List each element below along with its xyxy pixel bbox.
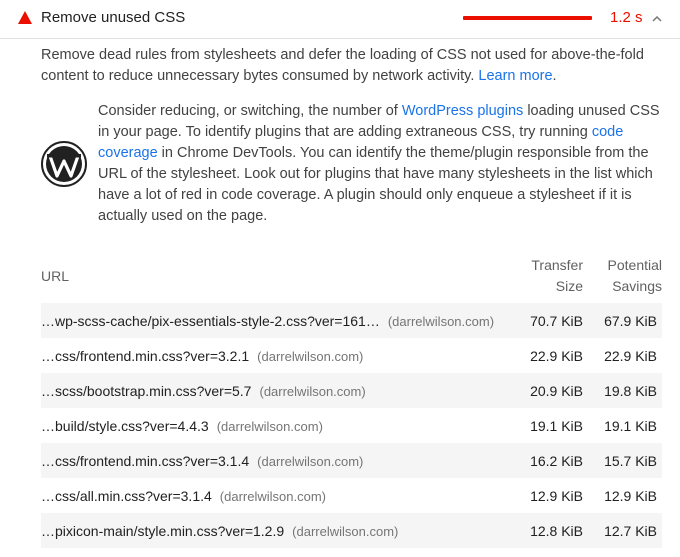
description-trailing: . <box>552 68 557 84</box>
stack-pack-text: Consider reducing, or switching, the num… <box>98 101 661 227</box>
resource-origin: (darrelwilson.com) <box>257 348 364 364</box>
url-cell[interactable]: …css/frontend.min.css?ver=3.1.4 (darrelwi… <box>41 443 510 478</box>
potential-savings-cell: 67.9 KiB <box>583 303 662 338</box>
url-cell[interactable]: …scss/bootstrap.min.css?ver=5.7 (darrelwi… <box>41 373 510 408</box>
resource-url: …css/frontend.min.css?ver=3.1.4 <box>41 452 250 469</box>
transfer-size-cell: 12.8 KiB <box>510 513 583 548</box>
stack-pack-part3: in Chrome DevTools. You can identify the… <box>98 145 653 224</box>
table-row: …wp-scss-cache/pix-essentials-style-2.cs… <box>41 303 662 338</box>
learn-more-link[interactable]: Learn more <box>478 68 552 84</box>
potential-savings-cell: 19.8 KiB <box>583 373 662 408</box>
audit-savings-value: 1.2 s <box>610 9 643 26</box>
transfer-size-cell: 19.1 KiB <box>530 417 583 434</box>
table-row: …css/frontend.min.css?ver=3.2.1 (darrelwi… <box>41 338 662 373</box>
table-row: …scss/bootstrap.min.css?ver=5.7 (darrelwi… <box>41 373 662 408</box>
wordpress-logo-icon <box>41 141 87 187</box>
resource-origin: (darrelwilson.com) <box>292 523 399 539</box>
potential-savings-column-header: Potential Savings <box>607 257 662 294</box>
warning-triangle-icon <box>18 11 32 24</box>
potential-savings-cell: 19.1 KiB <box>604 417 657 434</box>
resource-origin: (darrelwilson.com) <box>387 313 495 329</box>
wordpress-plugins-link[interactable]: WordPress plugins <box>402 103 523 119</box>
url-cell[interactable]: …css/frontend.min.css?ver=3.2.1 (darrelwi… <box>41 338 510 373</box>
resource-origin: (darrelwilson.com) <box>259 383 366 399</box>
stack-pack-part1: Consider reducing, or switching, the num… <box>98 103 402 119</box>
url-cell[interactable]: …css/all.min.css?ver=3.1.4 (darrelwilson.… <box>41 478 510 513</box>
transfer-size-cell: 16.2 KiB <box>510 443 583 478</box>
resource-url: …pixicon-main/style.min.css?ver=1.2.9 <box>41 522 285 539</box>
resource-origin: (darrelwilson.com) <box>216 418 323 434</box>
audit-header[interactable]: Remove unused CSS 1.2 s <box>0 0 680 39</box>
table-row: …pixicon-main/style.min.css?ver=1.2.9 (da… <box>41 513 662 548</box>
resource-url: …css/frontend.min.css?ver=3.2.1 <box>41 347 250 364</box>
audit-title: Remove unused CSS <box>41 9 186 26</box>
transfer-size-cell: 20.9 KiB <box>510 373 583 408</box>
details-table: URL Transfer Size Potential Savings …wp-sc… <box>41 249 662 548</box>
potential-savings-cell: 22.9 KiB <box>604 347 657 364</box>
url-column-header: URL <box>41 267 70 284</box>
resource-url: …build/style.css?ver=4.4.3 <box>41 417 209 434</box>
resource-origin: (darrelwilson.com) <box>257 453 364 469</box>
url-cell[interactable]: …pixicon-main/style.min.css?ver=1.2.9 (da… <box>41 513 510 548</box>
url-cell[interactable]: …wp-scss-cache/pix-essentials-style-2.cs… <box>41 303 510 338</box>
potential-savings-cell: 12.7 KiB <box>583 513 662 548</box>
chevron-up-icon[interactable] <box>652 14 662 24</box>
resource-url: …css/all.min.css?ver=3.1.4 <box>41 487 212 504</box>
table-row: …build/style.css?ver=4.4.3 (darrelwilson.… <box>41 408 662 443</box>
table-row: …css/frontend.min.css?ver=3.1.4 (darrelwi… <box>41 443 662 478</box>
resource-url: …wp-scss-cache/pix-essentials-style-2.cs… <box>41 312 380 329</box>
resource-url: …scss/bootstrap.min.css?ver=5.7 <box>41 382 252 399</box>
potential-savings-cell: 12.9 KiB <box>604 487 657 504</box>
potential-savings-cell: 15.7 KiB <box>583 443 662 478</box>
audit-description: Remove dead rules from stylesheets and d… <box>41 45 661 87</box>
transfer-size-cell: 22.9 KiB <box>530 347 583 364</box>
transfer-size-cell: 12.9 KiB <box>530 487 583 504</box>
table-header-row: URL Transfer Size Potential Savings <box>41 249 662 303</box>
transfer-size-cell: 70.7 KiB <box>510 303 583 338</box>
transfer-size-column-header: Transfer Size <box>531 257 583 294</box>
stack-pack: Consider reducing, or switching, the num… <box>41 101 661 231</box>
resource-origin: (darrelwilson.com) <box>219 488 326 504</box>
savings-bar <box>463 16 592 20</box>
table-row: …css/all.min.css?ver=3.1.4 (darrelwilson.… <box>41 478 662 513</box>
url-cell[interactable]: …build/style.css?ver=4.4.3 (darrelwilson.… <box>41 408 510 443</box>
